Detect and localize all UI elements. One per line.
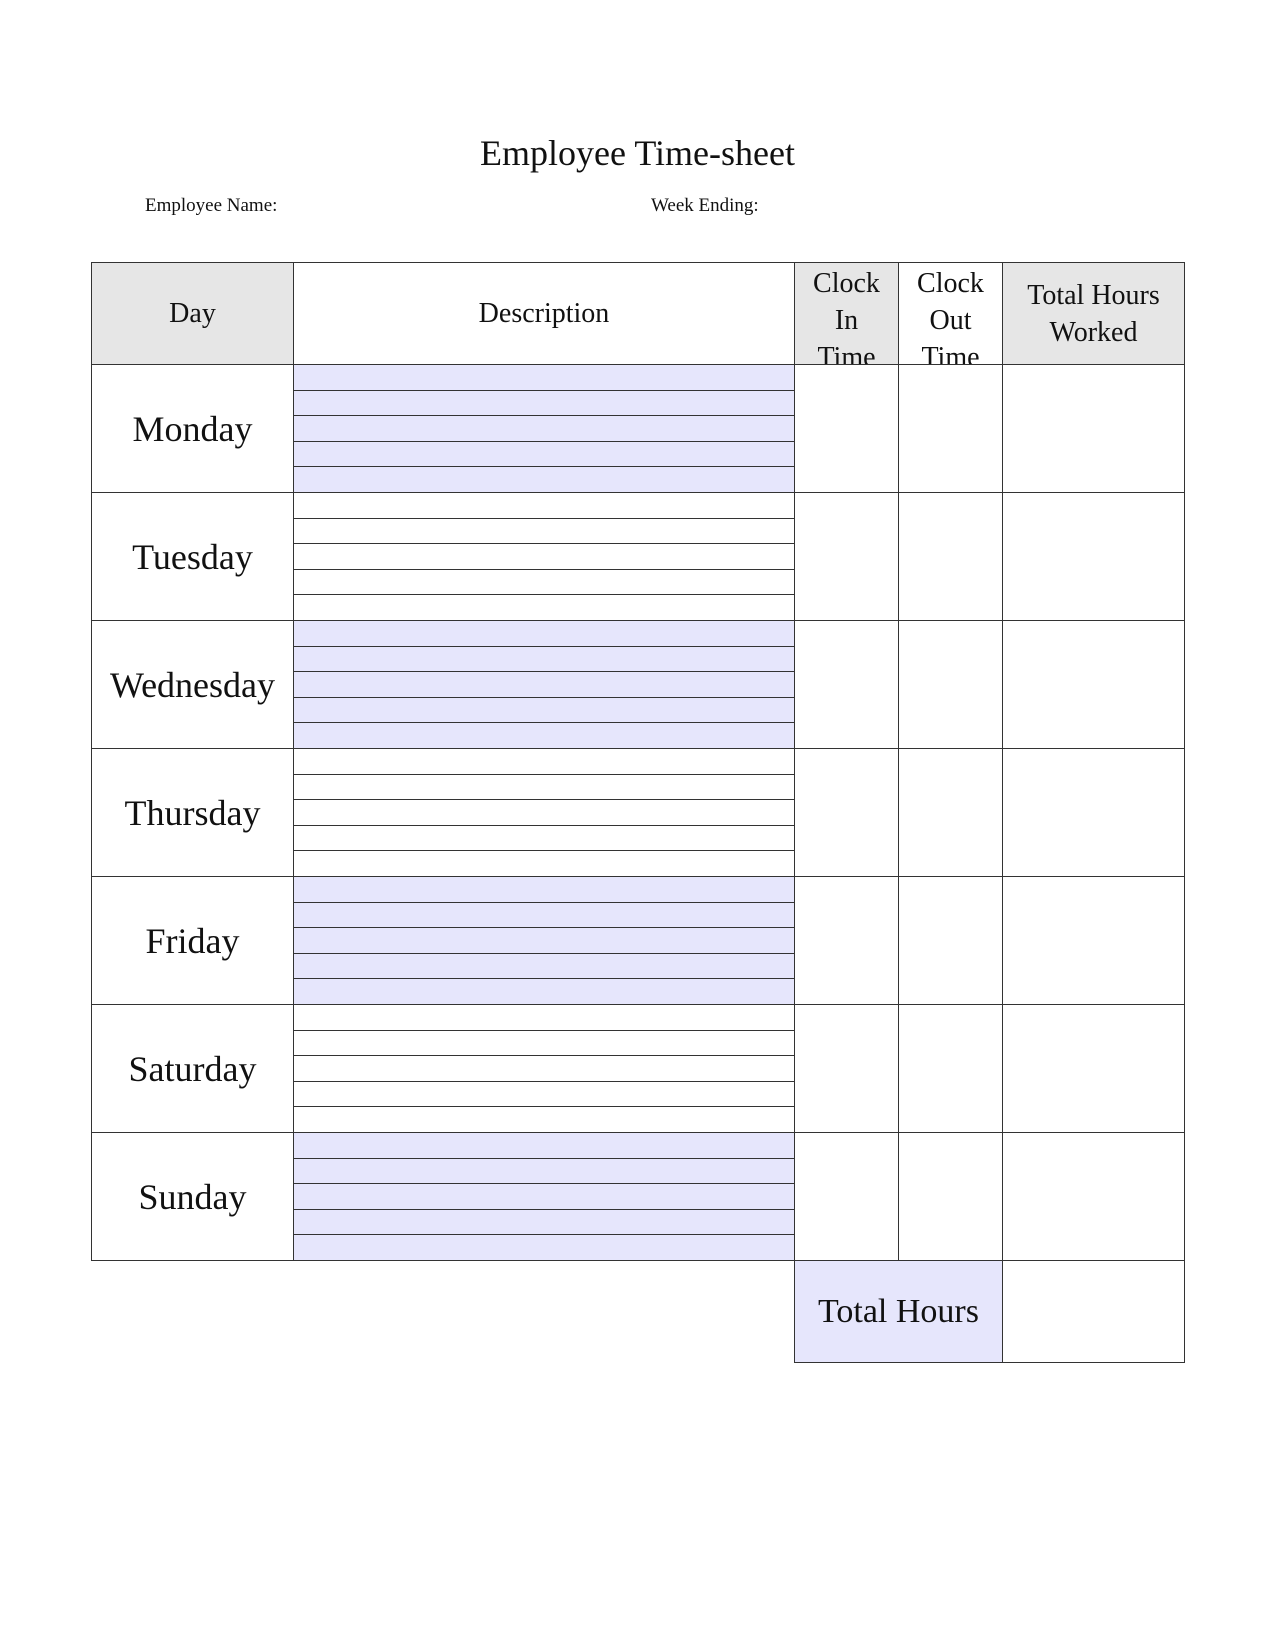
description-line-input[interactable] bbox=[293, 646, 795, 673]
description-line-input[interactable] bbox=[293, 492, 795, 519]
day-label: Wednesday bbox=[109, 664, 276, 705]
description-line-input[interactable] bbox=[293, 902, 795, 929]
day-cell: Wednesday bbox=[91, 620, 294, 749]
description-line-input[interactable] bbox=[293, 850, 795, 877]
description-line-input[interactable] bbox=[293, 1030, 795, 1057]
clock-out-input[interactable] bbox=[898, 364, 1003, 493]
header-clock-in-line: In bbox=[834, 305, 859, 336]
header-day: Day bbox=[91, 262, 294, 365]
total-hours-worked-input[interactable] bbox=[1002, 620, 1185, 749]
description-line-input[interactable] bbox=[293, 697, 795, 724]
day-label: Tuesday bbox=[132, 536, 253, 577]
description-line-input[interactable] bbox=[293, 594, 795, 621]
clock-out-input[interactable] bbox=[898, 1132, 1003, 1261]
clock-in-input[interactable] bbox=[794, 1004, 899, 1133]
description-line-input[interactable] bbox=[293, 927, 795, 954]
description-line-input[interactable] bbox=[293, 1081, 795, 1108]
header-clock-out-line: Clock bbox=[917, 268, 984, 299]
clock-in-input[interactable] bbox=[794, 364, 899, 493]
day-label: Saturday bbox=[128, 1048, 257, 1089]
description-line-input[interactable] bbox=[293, 543, 795, 570]
header-clock-out-line: Out bbox=[929, 305, 972, 336]
clock-out-input[interactable] bbox=[898, 876, 1003, 1005]
clock-out-input[interactable] bbox=[898, 748, 1003, 877]
total-hours-worked-input[interactable] bbox=[1002, 492, 1185, 621]
week-ending-label: Week Ending: bbox=[651, 195, 759, 216]
description-line-input[interactable] bbox=[293, 1234, 795, 1261]
employee-name-label: Employee Name: bbox=[145, 195, 278, 216]
total-hours-worked-input[interactable] bbox=[1002, 364, 1185, 493]
clock-in-input[interactable] bbox=[794, 876, 899, 1005]
day-cell: Monday bbox=[91, 364, 294, 493]
total-hours-worked-input[interactable] bbox=[1002, 1132, 1185, 1261]
clock-in-input[interactable] bbox=[794, 1132, 899, 1261]
description-line-input[interactable] bbox=[293, 1132, 795, 1159]
total-hours-value[interactable] bbox=[1002, 1260, 1185, 1363]
description-line-input[interactable] bbox=[293, 466, 795, 493]
clock-out-input[interactable] bbox=[898, 620, 1003, 749]
total-hours-label-cell: Total Hours bbox=[794, 1260, 1003, 1363]
header-day-label: Day bbox=[169, 298, 216, 329]
description-line-input[interactable] bbox=[293, 364, 795, 391]
description-line-input[interactable] bbox=[293, 441, 795, 468]
description-line-input[interactable] bbox=[293, 876, 795, 903]
description-line-input[interactable] bbox=[293, 722, 795, 749]
day-label: Sunday bbox=[138, 1176, 247, 1217]
day-cell: Saturday bbox=[91, 1004, 294, 1133]
header-total-line: Total Hours bbox=[1027, 279, 1160, 311]
description-line-input[interactable] bbox=[293, 620, 795, 647]
description-line-input[interactable] bbox=[293, 1004, 795, 1031]
total-hours-worked-input[interactable] bbox=[1002, 748, 1185, 877]
total-hours-label: Total Hours bbox=[818, 1292, 979, 1330]
header-clock-in: Clock In Time bbox=[794, 262, 899, 365]
clock-in-input[interactable] bbox=[794, 748, 899, 877]
header-description-label: Description bbox=[478, 298, 610, 329]
description-line-input[interactable] bbox=[293, 1055, 795, 1082]
header-total-hours-worked: Total Hours Worked bbox=[1002, 262, 1185, 365]
clock-in-input[interactable] bbox=[794, 620, 899, 749]
description-line-input[interactable] bbox=[293, 415, 795, 442]
day-label: Thursday bbox=[124, 792, 261, 833]
description-line-input[interactable] bbox=[293, 518, 795, 545]
total-hours-worked-input[interactable] bbox=[1002, 876, 1185, 1005]
description-line-input[interactable] bbox=[293, 953, 795, 980]
description-line-input[interactable] bbox=[293, 799, 795, 826]
header-clock-in-line: Time bbox=[817, 342, 876, 365]
day-cell: Thursday bbox=[91, 748, 294, 877]
header-clock-in-line: Clock bbox=[813, 268, 880, 299]
description-line-input[interactable] bbox=[293, 1209, 795, 1236]
description-line-input[interactable] bbox=[293, 978, 795, 1005]
page-title: Employee Time-sheet bbox=[480, 133, 795, 173]
description-line-input[interactable] bbox=[293, 1106, 795, 1133]
description-line-input[interactable] bbox=[293, 1183, 795, 1210]
description-line-input[interactable] bbox=[293, 825, 795, 852]
day-cell: Tuesday bbox=[91, 492, 294, 621]
clock-out-input[interactable] bbox=[898, 1004, 1003, 1133]
description-line-input[interactable] bbox=[293, 1158, 795, 1185]
day-label: Monday bbox=[132, 408, 253, 449]
description-line-input[interactable] bbox=[293, 748, 795, 775]
day-label: Friday bbox=[145, 920, 240, 961]
header-total-line: Worked bbox=[1049, 316, 1138, 348]
description-line-input[interactable] bbox=[293, 774, 795, 801]
description-line-input[interactable] bbox=[293, 569, 795, 596]
header-clock-out-line: Time bbox=[921, 342, 980, 365]
description-line-input[interactable] bbox=[293, 390, 795, 417]
total-hours-worked-input[interactable] bbox=[1002, 1004, 1185, 1133]
clock-out-input[interactable] bbox=[898, 492, 1003, 621]
day-cell: Friday bbox=[91, 876, 294, 1005]
day-cell: Sunday bbox=[91, 1132, 294, 1261]
description-line-input[interactable] bbox=[293, 671, 795, 698]
clock-in-input[interactable] bbox=[794, 492, 899, 621]
header-description: Description bbox=[293, 262, 795, 365]
header-clock-out: Clock Out Time bbox=[898, 262, 1003, 365]
